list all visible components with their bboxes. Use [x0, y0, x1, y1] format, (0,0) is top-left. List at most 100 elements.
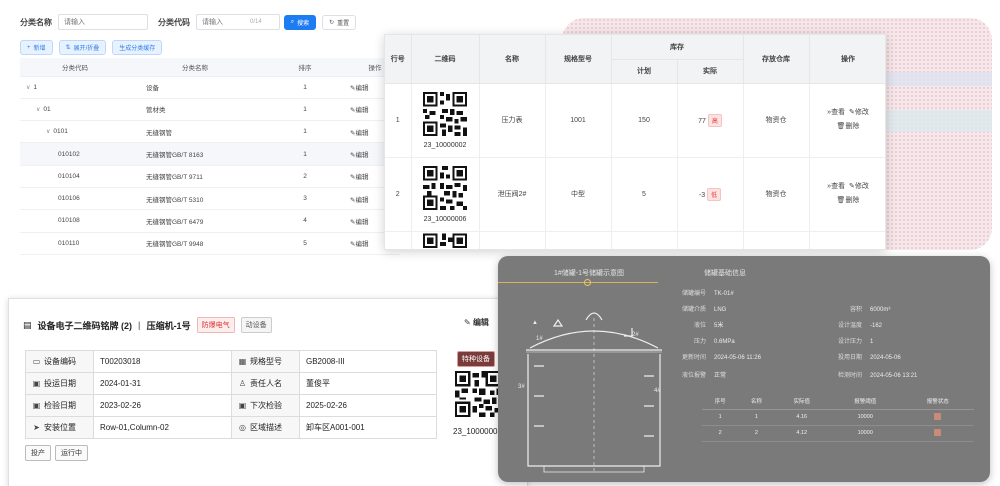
info-row: 储罐编号 TK-01#: [681, 291, 734, 297]
info-row: ▣ 检验日期 2023-02-26 ▣ 下次检验 2025-02-26: [25, 394, 437, 417]
edit-link[interactable]: ✎修改: [849, 109, 869, 116]
table-row[interactable]: ∨ 0101 无缝钢管 1 ✎编辑: [20, 120, 400, 144]
table-row[interactable]: 1 23_10000002 压力表 1001 150 77 高 物资仓 »查看 ✎…: [385, 83, 885, 158]
chevron-down-icon[interactable]: ∨: [26, 85, 30, 91]
nameplate-title: 设备电子二维码铭牌 (2): [37, 320, 133, 331]
table-row[interactable]: ∨ 1 设备 1 ✎编辑: [20, 76, 400, 99]
info-row: 容积 6000m³: [849, 307, 891, 313]
info-row: ➤ 安装位置 Row-01,Column-02 ◎ 区域描述 卸车区A001-001: [25, 416, 437, 439]
info-row: 储罐介质 LNG: [681, 307, 727, 313]
edit-icon: ✎: [464, 318, 471, 327]
location-arrow-icon: ➤: [33, 423, 40, 432]
filter-name-label: 分类名称: [20, 17, 52, 27]
table-row[interactable]: 010108 无缝钢管GB/T 6479 4 ✎编辑: [20, 209, 400, 233]
calendar-icon: ▣: [32, 379, 41, 388]
table-row[interactable]: 010104 无缝钢管GB/T 9711 2 ✎编辑: [20, 165, 400, 188]
info-row: ▭ 设备编码 T00203018 ▦ 规格型号 GB2008-III: [25, 350, 437, 373]
info-row: 设计温度 -162: [837, 323, 883, 329]
column-header: 分类名称: [130, 58, 260, 77]
table-row[interactable]: 010106 无缝钢管GB/T 5310 3 ✎编辑: [20, 187, 400, 211]
svg-text:4#: 4#: [654, 388, 661, 394]
reset-button[interactable]: ↻ 重置: [322, 14, 357, 30]
special-equipment-badge: 特种设备: [457, 351, 495, 367]
calendar-icon: ▣: [238, 401, 247, 410]
tank-diagram: ▲ 1# 2# 3# 4#: [518, 312, 662, 473]
location-value: Row-01,Column-02: [93, 416, 232, 439]
equipment-code-value: T00203018: [93, 350, 232, 373]
check-date-value: 2023-02-26: [93, 394, 232, 417]
delete-link[interactable]: 🗑删除: [837, 123, 860, 130]
qr-code-image: [423, 91, 467, 136]
info-row: 检测时间 2024-05-06 13:21: [837, 373, 918, 379]
qr-code-text: 23_10000008: [453, 427, 502, 436]
edit-button[interactable]: ✎ 编辑: [464, 317, 489, 328]
refresh-icon: ↻: [329, 19, 335, 26]
table-row[interactable]: 2 23_10000006 泄压阀2# 中型 5 -3 低 物资仓 »查看 ✎修改…: [385, 157, 885, 232]
svg-text:1#: 1#: [536, 336, 543, 342]
category-management-panel: 分类名称 分类代码 0/14 ⌕搜索 ↻重置 +新增 ⇅展开/折叠 生成分类缓存…: [0, 0, 400, 280]
next-check-value: 2025-02-26: [299, 394, 437, 417]
generate-cache-button[interactable]: 生成分类缓存: [112, 40, 163, 55]
table-row[interactable]: [385, 231, 885, 249]
filter-bar: 分类名称 分类代码 0/14 ⌕搜索 ↻重置: [20, 14, 357, 30]
decor-stripe: [872, 72, 992, 86]
column-header-plan: 计划: [611, 59, 678, 84]
category-table: 分类代码 分类名称 排序 操作 ∨ 1 设备 1 ✎编辑 ∨ 01 管材类 1 ✎编…: [20, 58, 400, 255]
info-row: 设计压力 1: [837, 339, 874, 345]
stock-level-badge: 高: [707, 113, 722, 127]
calendar-icon: ▣: [32, 401, 41, 410]
alarm-status-badge: [934, 428, 942, 436]
tank-spec-panel: 1#储罐-1号储罐示意图 ▲ 1# 2# 3# 4# 储罐基础信息 储罐编号 TK…: [498, 256, 990, 482]
qr-cell: [411, 231, 480, 249]
info-row: 液位 5米: [693, 323, 724, 329]
column-header-stock: 库存: [611, 35, 744, 60]
view-link[interactable]: »查看: [827, 183, 845, 190]
table-row[interactable]: 010102 无缝钢管GB/T 8163 1 ✎编辑: [20, 142, 400, 166]
user-icon: ♙: [238, 379, 247, 388]
spec-value: GB2008-III: [299, 350, 437, 373]
filter-code-label: 分类代码: [158, 17, 190, 27]
qr-code-text: 23_10000002: [423, 141, 467, 149]
column-header-ops: 操作: [809, 35, 885, 84]
ops-cell: »查看 ✎修改 🗑删除: [809, 83, 885, 158]
tank-info-title: 储罐基础信息: [704, 270, 746, 277]
table-header-row: 分类代码 分类名称 排序 操作: [20, 58, 400, 77]
info-row: 压力 0.6MPa: [693, 339, 735, 345]
equipment-nameplate-panel: ▤ 设备电子二维码铭牌 (2) | 压缩机-1号 防爆电气 动设备 ✎ 编辑 ▭…: [8, 298, 528, 486]
area-value: 卸车区A001-001: [299, 416, 437, 439]
search-button[interactable]: ⌕ 搜索: [283, 14, 317, 30]
qr-code-text: 23_10000006: [423, 215, 467, 223]
edit-link[interactable]: ✎修改: [849, 183, 869, 190]
qr-code-image: [423, 165, 467, 210]
add-button[interactable]: + 新增: [20, 40, 53, 55]
slider-handle[interactable]: [584, 279, 591, 286]
alarm-table: 序号 名称 实际值 报警阈值 报警状态 1 1 4.16 10000 2 2 4…: [702, 394, 974, 442]
slider-track[interactable]: [498, 282, 658, 283]
stock-level-badge: 低: [707, 187, 722, 201]
status-tags: 投产 运行中: [25, 445, 88, 461]
view-link[interactable]: »查看: [827, 109, 845, 116]
delete-link[interactable]: 🗑删除: [837, 197, 860, 204]
dynamic-equipment-tag: 动设备: [240, 317, 272, 333]
code-char-counter: 0/14: [250, 19, 262, 25]
category-code-input[interactable]: [196, 14, 280, 30]
column-header-actual: 实际: [677, 59, 744, 84]
chevron-down-icon[interactable]: ∨: [46, 129, 50, 135]
chevron-down-icon[interactable]: ∨: [36, 107, 40, 113]
category-name-input[interactable]: [58, 14, 148, 30]
info-row: 投用日期 2024-05-06: [837, 355, 901, 361]
tank-diagram-title: 1#储罐-1号储罐示意图: [554, 270, 625, 277]
ops-cell: »查看 ✎修改 🗑删除: [809, 157, 885, 232]
alarm-status-badge: [934, 412, 942, 420]
table-row[interactable]: 1 1 4.16 10000: [702, 409, 974, 426]
table-row[interactable]: 2 2 4.12 10000: [702, 425, 974, 442]
info-row: 液位报警 正常: [681, 373, 727, 379]
decor-stripe: [872, 110, 992, 132]
column-header: 排序: [260, 58, 350, 77]
qr-code-image: [455, 371, 501, 417]
owner-value: 董俊平: [299, 372, 437, 395]
table-row[interactable]: 010110 无缝钢管GB/T 9948 5 ✎编辑: [20, 232, 400, 255]
table-row[interactable]: ∨ 01 管材类 1 ✎编辑: [20, 98, 400, 122]
expand-collapse-button[interactable]: ⇅ 展开/折叠: [58, 40, 107, 55]
nameplate-header: ▤ 设备电子二维码铭牌 (2) | 压缩机-1号 防爆电气 动设备: [23, 317, 272, 333]
